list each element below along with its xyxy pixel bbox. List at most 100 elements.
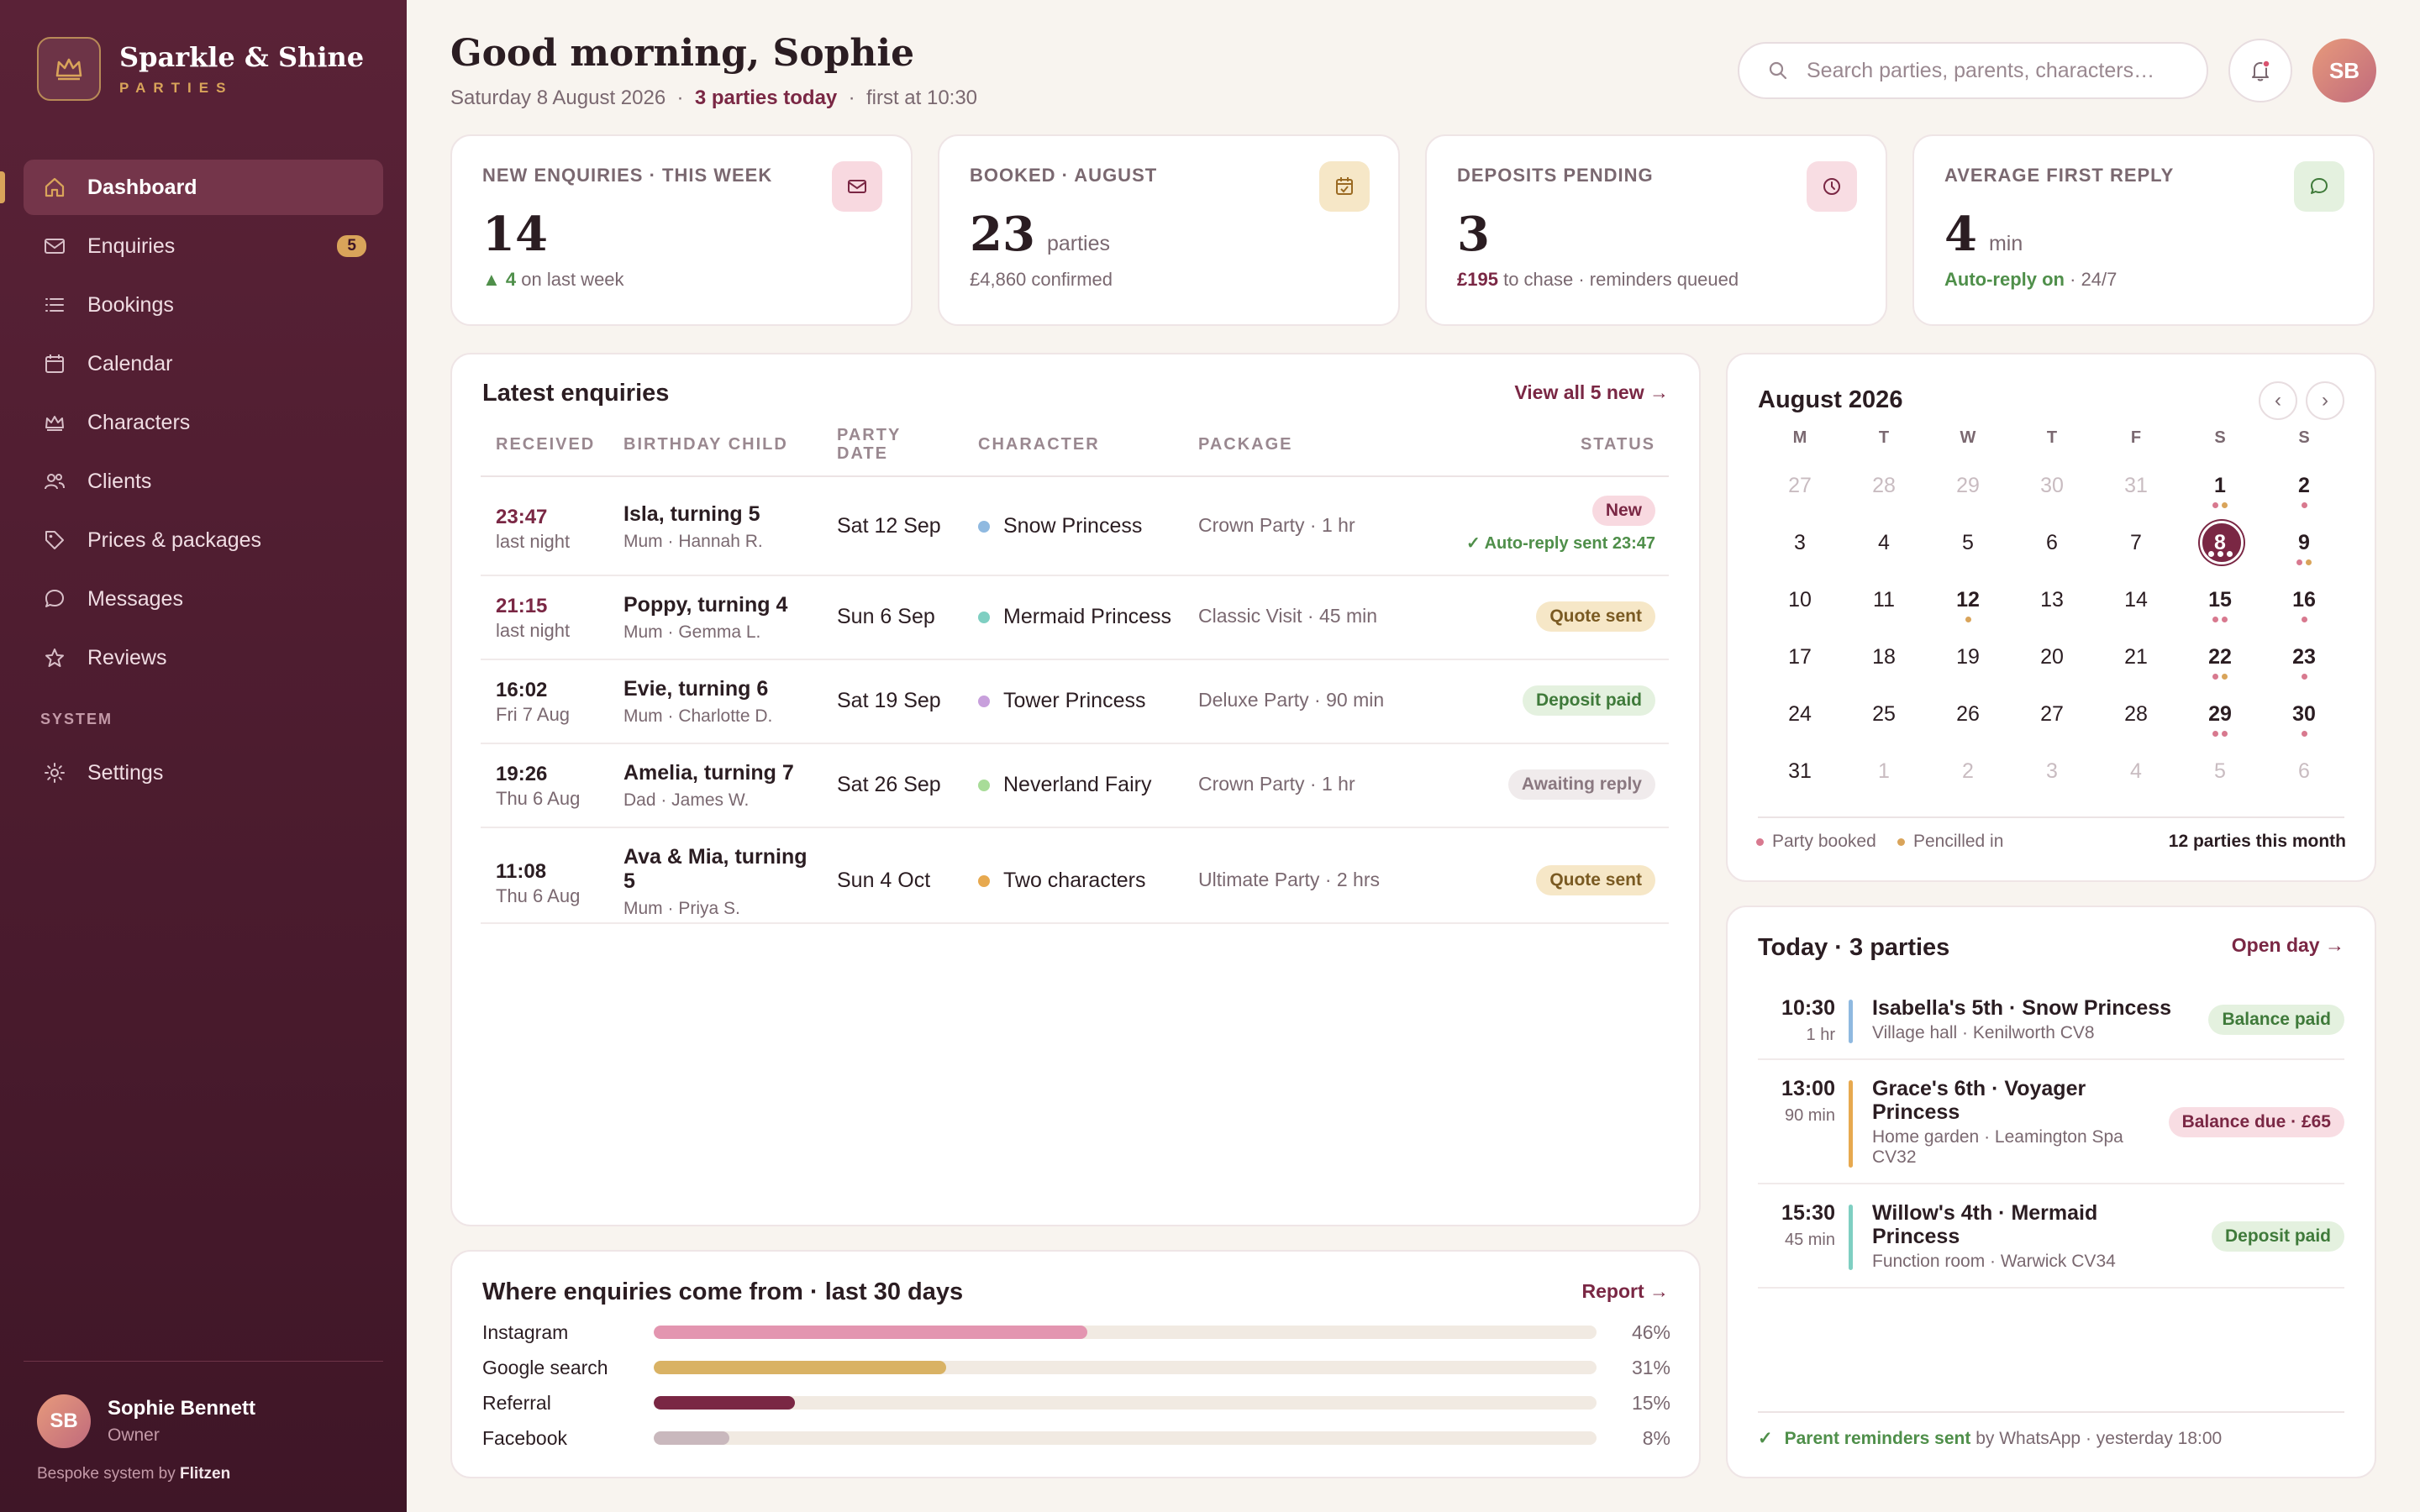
calendar-day[interactable]: 28 [2094,690,2178,748]
calendar-day[interactable]: 26 [1926,690,2010,748]
crown-logo-icon [37,37,101,101]
sidebar-item-characters[interactable]: Characters [24,395,383,450]
calendar-day[interactable]: 28 [1842,462,1926,519]
calendar-day[interactable]: 23 [2262,633,2346,690]
sources-title: Where enquiries come from · last 30 days [482,1278,964,1305]
party-item[interactable]: 10:30 1 hr Isabella's 5th · Snow Princess… [1758,983,2344,1060]
view-all-enquiries-link[interactable]: View all 5 new → [1514,381,1669,404]
table-row[interactable]: 21:15 last night Poppy, turning 4 Mum · Ge… [481,578,1669,660]
calendar-day[interactable]: 11 [1842,576,1926,633]
table-row[interactable]: 11:08 Thu 6 Aug Ava & Mia, turning 5 Mum ·… [481,830,1669,924]
stat-card-enquiries[interactable]: NEW ENQUIRIES · THIS WEEK 14 ▲ 4 on last… [450,134,913,326]
calendar-day[interactable]: 31 [2094,462,2178,519]
character-dot [978,520,990,533]
user-profile[interactable]: SB Sophie Bennett Owner [37,1394,255,1448]
calendar-day[interactable]: 1 [2178,462,2262,519]
status-badge: Deposit paid [1522,685,1655,716]
calendar-day[interactable]: 29 [2178,690,2262,748]
calendar-day[interactable]: 27 [2010,690,2094,748]
calendar-day[interactable]: 30 [2262,690,2346,748]
table-row[interactable]: 19:26 Thu 6 Aug Amelia, turning 7 Dad · Ja… [481,746,1669,828]
calendar-day-number: 25 [1872,702,1896,726]
calendar-day[interactable]: 24 [1758,690,1842,748]
stat-card-reply[interactable]: AVERAGE FIRST REPLY 4 min Auto-reply on ·… [1912,134,2375,326]
sidebar-item-messages[interactable]: Messages [24,571,383,627]
sidebar-item-label: Calendar [87,351,173,375]
calendar-day-number: 30 [2292,702,2316,726]
sidebar-item-calendar[interactable]: Calendar [24,336,383,391]
calendar-day[interactable]: 6 [2262,748,2346,805]
col-character[interactable]: CHARACTER [978,435,1100,454]
brand[interactable]: Sparkle & Shine PARTIES [37,37,364,101]
calendar-day[interactable]: 3 [2010,748,2094,805]
calendar-day[interactable]: 19 [1926,633,2010,690]
calendar-day[interactable]: 15 [2178,576,2262,633]
sidebar-item-prices[interactable]: Prices & packages [24,512,383,568]
notifications-button[interactable] [2228,39,2292,102]
sidebar-item-enquiries[interactable]: Enquiries 5 [24,218,383,274]
calendar-next-button[interactable]: › [2306,381,2344,420]
calendar-day[interactable]: 25 [1842,690,1926,748]
calendar-day[interactable]: 2 [1926,748,2010,805]
calendar-day[interactable]: 9 [2262,519,2346,576]
stat-number: 23 [970,207,1035,262]
message-icon [42,586,67,612]
calendar-day[interactable]: 6 [2010,519,2094,576]
calendar-day[interactable]: 30 [2010,462,2094,519]
calendar-day-number: 2 [1962,759,1974,783]
stat-card-booked[interactable]: BOOKED · AUGUST 23 parties £4,860 confirm… [938,134,1400,326]
calendar-day[interactable]: 18 [1842,633,1926,690]
col-date[interactable]: PARTY DATE [837,426,929,463]
calendar-prev-button[interactable]: ‹ [2259,381,2297,420]
parties-today-link[interactable]: 3 parties today [695,87,837,109]
calendar-day[interactable]: 8 [2178,519,2262,576]
calendar-day[interactable]: 7 [2094,519,2178,576]
calendar-day[interactable]: 13 [2010,576,2094,633]
calendar-day[interactable]: 5 [2178,748,2262,805]
col-status[interactable]: STATUS [1581,435,1655,454]
party-item[interactable]: 15:30 45 min Willow's 4th · Mermaid Princ… [1758,1186,2344,1289]
sidebar-item-settings[interactable]: Settings [24,745,383,801]
calendar-day[interactable]: 29 [1926,462,2010,519]
search-input[interactable]: Search parties, parents, characters… [1738,42,2208,99]
sidebar-item-reviews[interactable]: Reviews [24,630,383,685]
child-name: Isla, turning 5 [623,502,760,526]
calendar-day[interactable]: 22 [2178,633,2262,690]
stat-card-deposits[interactable]: DEPOSITS PENDING 3 £195 to chase · remin… [1425,134,1887,326]
calendar-day[interactable]: 5 [1926,519,2010,576]
col-package[interactable]: PACKAGE [1198,435,1293,454]
calendar-day[interactable]: 17 [1758,633,1842,690]
sidebar-item-clients[interactable]: Clients [24,454,383,509]
table-row[interactable]: 16:02 Fri 7 Aug Evie, turning 6 Mum · Char… [481,662,1669,744]
calendar-day[interactable]: 16 [2262,576,2346,633]
calendar-day[interactable]: 4 [2094,748,2178,805]
calendar-day[interactable]: 12 [1926,576,2010,633]
col-child[interactable]: BIRTHDAY CHILD [623,435,788,454]
calendar-day[interactable]: 2 [2262,462,2346,519]
report-link[interactable]: Report → [1582,1280,1670,1303]
user-name: Sophie Bennett [108,1397,256,1420]
party-dots [2262,674,2346,680]
calendar-day[interactable]: 20 [2010,633,2094,690]
calendar-day-number: 29 [2208,702,2232,726]
col-received[interactable]: RECEIVED [496,435,595,454]
stat-note-strong: ▲ 4 [482,269,517,290]
calendar-day[interactable]: 27 [1758,462,1842,519]
calendar-day[interactable]: 21 [2094,633,2178,690]
table-row[interactable]: 23:47 last night Isla, turning 5 Mum · Han… [481,477,1669,576]
user-avatar-button[interactable]: SB [2312,39,2376,102]
party-item[interactable]: 13:00 90 min Grace's 6th · Voyager Prince… [1758,1062,2344,1184]
package-name: Classic Visit · 45 min [1198,605,1378,627]
sidebar-item-bookings[interactable]: Bookings [24,277,383,333]
calendar-day[interactable]: 3 [1758,519,1842,576]
party-dots [2262,731,2346,737]
calendar-day[interactable]: 31 [1758,748,1842,805]
calendar-divider [1758,816,2344,818]
calendar-day[interactable]: 1 [1842,748,1926,805]
calendar-day[interactable]: 4 [1842,519,1926,576]
calendar-day[interactable]: 10 [1758,576,1842,633]
sidebar-item-dashboard[interactable]: Dashboard [0,160,383,215]
calendar-day-number: 4 [2130,759,2142,783]
open-day-link[interactable]: Open day → [2232,934,2344,957]
calendar-day[interactable]: 14 [2094,576,2178,633]
